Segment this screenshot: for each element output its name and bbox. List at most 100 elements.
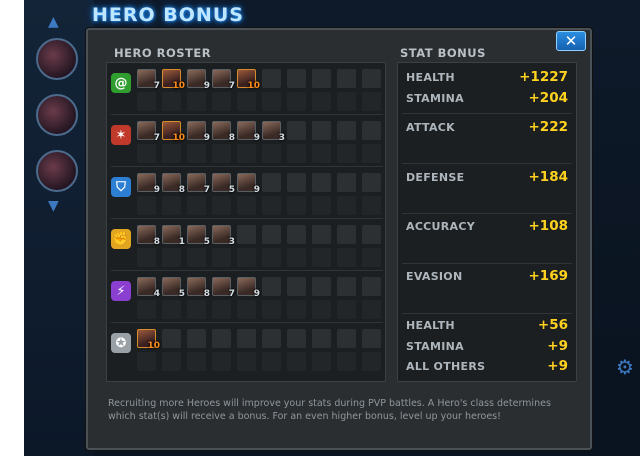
hero-portrait[interactable]: 5: [162, 277, 185, 299]
hero-portrait[interactable]: 10: [162, 121, 185, 143]
hero-rank: 8: [153, 237, 160, 247]
row-divider: [111, 114, 383, 115]
hero-portrait[interactable]: 1: [162, 225, 185, 247]
empty-hero-slot: [337, 277, 356, 296]
empty-hero-slot: [362, 225, 381, 244]
hero-rank: 3: [228, 237, 235, 247]
hero-portrait[interactable]: 10: [237, 69, 260, 91]
empty-hero-slot: [362, 277, 381, 296]
empty-hero-slot: [212, 352, 231, 371]
empty-hero-slot: [212, 92, 231, 111]
stat-row: HEALTH +56: [398, 317, 578, 337]
empty-hero-slot: [237, 248, 256, 267]
empty-hero-slot: [362, 248, 381, 267]
hero-portrait[interactable]: 5: [187, 225, 210, 247]
roster-row-tactician: ⛉ 9 8 7 5 9: [107, 169, 387, 219]
empty-hero-slot: [237, 225, 256, 244]
scroll-down-icon[interactable]: ▼: [48, 198, 59, 214]
stat-name: EVASION: [406, 270, 463, 283]
empty-hero-slot: [337, 300, 356, 319]
empty-hero-slot: [287, 121, 306, 140]
hero-portrait[interactable]: 10: [137, 329, 160, 351]
empty-hero-slot: [287, 248, 306, 267]
fist-icon: ✊: [111, 229, 131, 249]
hero-portrait[interactable]: 9: [187, 69, 210, 91]
hero-portrait[interactable]: 9: [137, 173, 160, 195]
empty-hero-slot: [337, 329, 356, 348]
empty-hero-slot: [287, 277, 306, 296]
hero-portrait[interactable]: 8: [212, 121, 235, 143]
hero-portrait[interactable]: 5: [212, 173, 235, 195]
empty-hero-slot: [287, 69, 306, 88]
stat-value: +9: [547, 358, 568, 374]
empty-hero-slot: [337, 352, 356, 371]
scroll-up-icon[interactable]: ▲: [48, 14, 59, 30]
empty-hero-slot: [312, 69, 331, 88]
row-divider: [111, 166, 383, 167]
hero-portrait[interactable]: 3: [212, 225, 235, 247]
empty-hero-slot: [137, 248, 156, 267]
empty-hero-slot: [362, 92, 381, 111]
empty-hero-slot: [362, 121, 381, 140]
empty-hero-slot: [337, 144, 356, 163]
hero-rank: 10: [247, 81, 260, 91]
hero-rank: 9: [253, 133, 260, 143]
hero-portrait[interactable]: 9: [187, 121, 210, 143]
side-avatar[interactable]: [36, 38, 78, 80]
empty-hero-slot: [287, 144, 306, 163]
stat-name: ATTACK: [406, 121, 455, 134]
empty-hero-slot: [162, 196, 181, 215]
hero-rank: 4: [153, 289, 160, 299]
hero-rank: 10: [172, 133, 185, 143]
hero-portrait[interactable]: 8: [162, 173, 185, 195]
empty-hero-slot: [262, 277, 281, 296]
stat-value: +184: [528, 169, 569, 185]
hero-portrait[interactable]: 7: [212, 69, 235, 91]
side-avatar[interactable]: [36, 94, 78, 136]
hero-portrait[interactable]: 9: [237, 173, 260, 195]
gear-icon[interactable]: ⚙: [614, 356, 636, 378]
empty-hero-slot: [287, 225, 306, 244]
claw-icon: ⚡: [111, 281, 131, 301]
hero-portrait[interactable]: 8: [137, 225, 160, 247]
empty-hero-slot: [212, 248, 231, 267]
stat-row: STAMINA +204: [398, 90, 578, 110]
hero-portrait[interactable]: 10: [162, 69, 185, 91]
hero-portrait[interactable]: 7: [187, 173, 210, 195]
hero-rank: 7: [153, 81, 160, 91]
hero-rank: 1: [178, 237, 185, 247]
empty-hero-slot: [312, 173, 331, 192]
empty-hero-slot: [137, 92, 156, 111]
hero-portrait[interactable]: 9: [237, 121, 260, 143]
hero-portrait[interactable]: 7: [212, 277, 235, 299]
empty-hero-slot: [137, 196, 156, 215]
empty-hero-slot: [312, 277, 331, 296]
hero-portrait[interactable]: 7: [137, 69, 160, 91]
empty-hero-slot: [337, 248, 356, 267]
stat-name: STAMINA: [406, 92, 464, 105]
empty-hero-slot: [262, 92, 281, 111]
hero-portrait[interactable]: 4: [137, 277, 160, 299]
hero-roster-panel: @7 10 9 7 10 ✶ 7 10 9 8 9 3 ⛉ 9 8 7 5 9 ✊ 8 1 5 3 ⚡ 4 5 8 7 9 ✪ 10: [106, 62, 386, 382]
close-button[interactable]: ✕: [556, 31, 586, 51]
hero-portrait[interactable]: 9: [237, 277, 260, 299]
empty-hero-slot: [337, 69, 356, 88]
hero-portrait[interactable]: 7: [137, 121, 160, 143]
hero-rank: 7: [228, 81, 235, 91]
stat-divider: [402, 113, 572, 114]
stat-divider: [402, 263, 572, 264]
hero-portrait[interactable]: 3: [262, 121, 285, 143]
hero-rank: 9: [203, 133, 210, 143]
side-avatar[interactable]: [36, 150, 78, 192]
empty-hero-slot: [212, 329, 231, 348]
hero-rank: 9: [153, 185, 160, 195]
stat-row: ALL OTHERS +9: [398, 358, 578, 378]
roster-row-blaster: ✶ 7 10 9 8 9 3: [107, 117, 387, 167]
stat-bonus-label: STAT BONUS: [400, 46, 486, 60]
empty-hero-slot: [312, 300, 331, 319]
empty-hero-slot: [362, 144, 381, 163]
hero-portrait[interactable]: 8: [187, 277, 210, 299]
stat-name: ACCURACY: [406, 220, 476, 233]
empty-hero-slot: [312, 248, 331, 267]
empty-hero-slot: [337, 173, 356, 192]
